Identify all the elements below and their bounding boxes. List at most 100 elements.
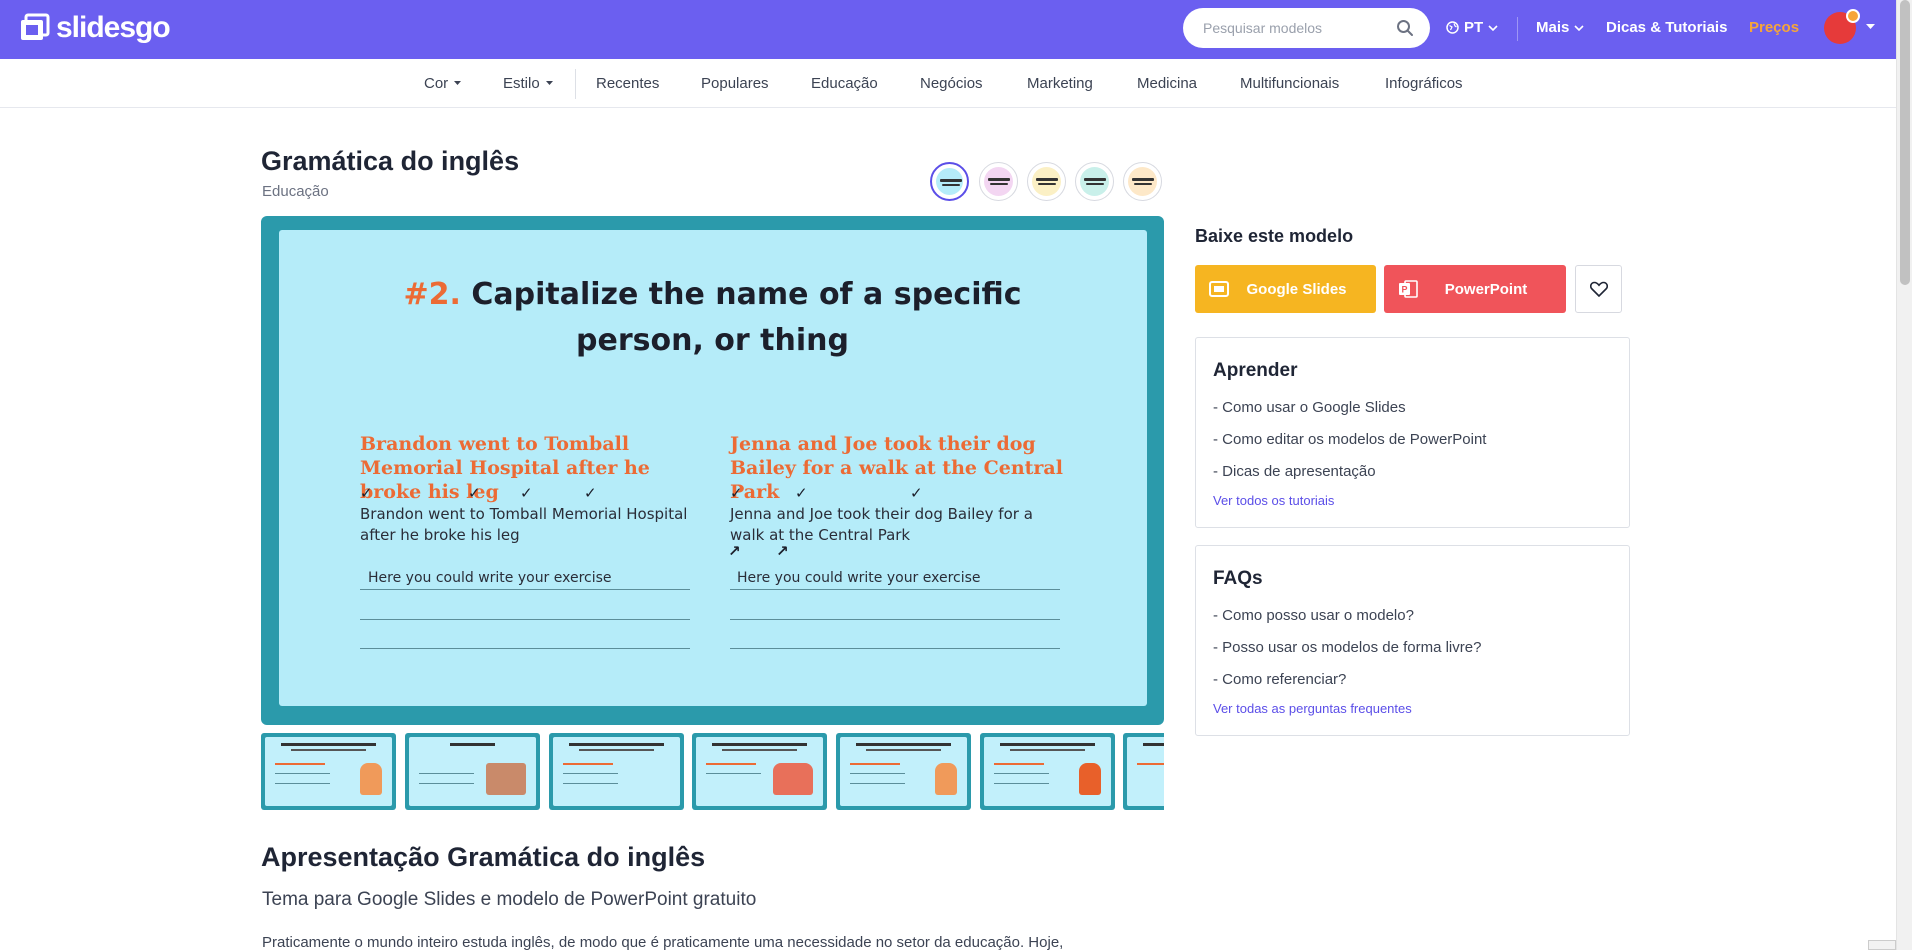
check-mark-icon: ✓ [520,485,533,502]
google-slides-label: Google Slides [1246,280,1347,298]
category-bar: Cor Estilo Recentes Populares Educação N… [0,59,1896,108]
download-title: Baixe este modelo [1195,226,1354,246]
filter-style-label: Estilo [503,75,540,92]
color-variant-swatch[interactable] [1075,162,1114,201]
powerpoint-label: PowerPoint [1444,280,1528,298]
exercise-line [360,648,690,649]
category-marketing[interactable]: Marketing [1027,75,1093,92]
chevron-down-icon [1488,24,1498,31]
slide-thumbnail[interactable] [261,733,396,810]
check-mark-icon: ✓ [910,485,923,502]
scrollbar-thumb[interactable] [1900,0,1910,285]
tips-tutorials-label: Dicas & Tutoriais [1606,19,1728,36]
logo[interactable]: slidesgo [18,11,171,45]
learn-title: Aprender [1213,360,1298,381]
description-paragraph: Praticamente o mundo inteiro estuda ingl… [262,934,1064,950]
color-variant-swatch[interactable] [930,162,969,201]
search-icon[interactable] [1396,19,1414,37]
faq-link[interactable]: - Como referenciar? [1213,671,1346,688]
caret-down-icon [454,81,462,85]
category-label: Medicina [1137,75,1198,92]
globe-icon [1446,21,1459,34]
filter-color[interactable]: Cor [424,75,462,92]
slidesgo-logo-icon [21,13,50,40]
category-label: Infográficos [1385,75,1463,92]
language-selector[interactable]: PT [1446,19,1498,36]
slide-left-exercise: Here you could write your exercise [368,570,612,586]
slide-right-text: Jenna and Joe took their dog Bailey for … [730,505,1033,544]
description-subheading: Tema para Google Slides e modelo de Powe… [262,889,757,910]
description-heading: Apresentação Gramática do inglês [261,842,706,872]
exercise-line [360,589,690,590]
category-label: Multifuncionais [1240,75,1340,92]
category-multifuncionais[interactable]: Multifuncionais [1240,75,1339,92]
slide-heading-line2: person, or thing [576,323,849,358]
faq-link[interactable]: - Como posso usar o modelo? [1213,607,1414,624]
category-label: Educação [811,75,878,92]
search-input[interactable] [1203,18,1393,38]
logo-text: slidesgo [56,11,171,44]
favorite-button[interactable] [1575,265,1622,313]
learn-link[interactable]: - Como usar o Google Slides [1213,399,1406,416]
tips-tutorials-link[interactable]: Dicas & Tutoriais [1606,19,1727,36]
check-mark-icon: ✓ [360,485,373,502]
category-educacao[interactable]: Educação [811,75,878,92]
pricing-label: Preços [1749,19,1800,36]
color-variant-swatch[interactable] [979,162,1018,201]
nav-divider [1517,17,1518,41]
check-mark-icon: ✓ [468,485,481,502]
heart-icon [1590,281,1608,297]
category-label: Marketing [1027,75,1093,92]
check-mark-icon: ✓ [584,485,597,502]
color-variant-swatch[interactable] [1027,162,1066,201]
slide-heading-line1: Capitalize the name of a specific [471,277,1022,312]
category-negocios[interactable]: Negócios [920,75,983,92]
category-medicina[interactable]: Medicina [1137,75,1197,92]
page-scrollbar[interactable] [1896,0,1912,950]
caret-down-icon [545,81,553,85]
filter-color-label: Cor [424,75,449,92]
faq-link[interactable]: - Posso usar os modelos de forma livre? [1213,639,1481,656]
slide-thumbnail[interactable] [549,733,684,810]
category-infograficos[interactable]: Infográficos [1385,75,1463,92]
faqs-card: FAQs - Como posso usar o modelo? - Posso… [1195,545,1630,736]
arrow-up-icon: ↗ [728,543,741,560]
category-divider [575,69,576,99]
slide-number: #2. [403,277,461,312]
more-menu[interactable]: Mais [1536,19,1584,36]
filter-style[interactable]: Estilo [503,75,553,92]
page-title: Gramática do inglês [261,146,520,176]
category-recentes[interactable]: Recentes [596,75,659,92]
slide-left-text: Brandon went to Tomball Memorial Hospita… [360,505,688,544]
category-populares[interactable]: Populares [701,75,769,92]
top-header: slidesgo PT Mais Dicas & Tutoriais Preço… [0,0,1896,59]
check-mark-icon: ✓ [795,485,808,502]
slide-thumbnail[interactable] [1123,733,1164,810]
learn-link[interactable]: - Como editar os modelos de PowerPoint [1213,431,1486,448]
slide-thumbnail[interactable] [405,733,540,810]
slide-right-exercise: Here you could write your exercise [737,570,981,586]
all-faqs-link[interactable]: Ver todas as perguntas frequentes [1213,701,1412,716]
slide-heading: #2. Capitalize the name of a specific pe… [261,272,1164,364]
google-slides-button[interactable]: Google Slides [1195,265,1376,313]
pricing-link[interactable]: Preços [1749,19,1799,36]
language-label: PT [1464,19,1484,36]
avatar-chevron-down-icon[interactable] [1866,24,1875,30]
slide-thumbnail[interactable] [692,733,827,810]
arrow-up-icon: ↗ [776,543,789,560]
slide-preview[interactable]: #2. Capitalize the name of a specific pe… [261,216,1164,725]
chevron-down-icon [1574,24,1584,31]
learn-card: Aprender - Como usar o Google Slides - C… [1195,337,1630,528]
exercise-line [730,589,1060,590]
all-tutorials-link[interactable]: Ver todos os tutoriais [1213,493,1334,508]
template-category-link[interactable]: Educação [262,183,329,200]
learn-link[interactable]: - Dicas de apresentação [1213,463,1376,480]
slide-thumbnail[interactable] [836,733,971,810]
powerpoint-button[interactable]: P PowerPoint [1384,265,1566,313]
search-box[interactable] [1183,8,1430,48]
slide-thumbnail[interactable] [980,733,1115,810]
exercise-line [730,648,1060,649]
category-label: Recentes [596,75,660,92]
color-variant-swatch[interactable] [1123,162,1162,201]
faqs-title: FAQs [1213,568,1263,589]
